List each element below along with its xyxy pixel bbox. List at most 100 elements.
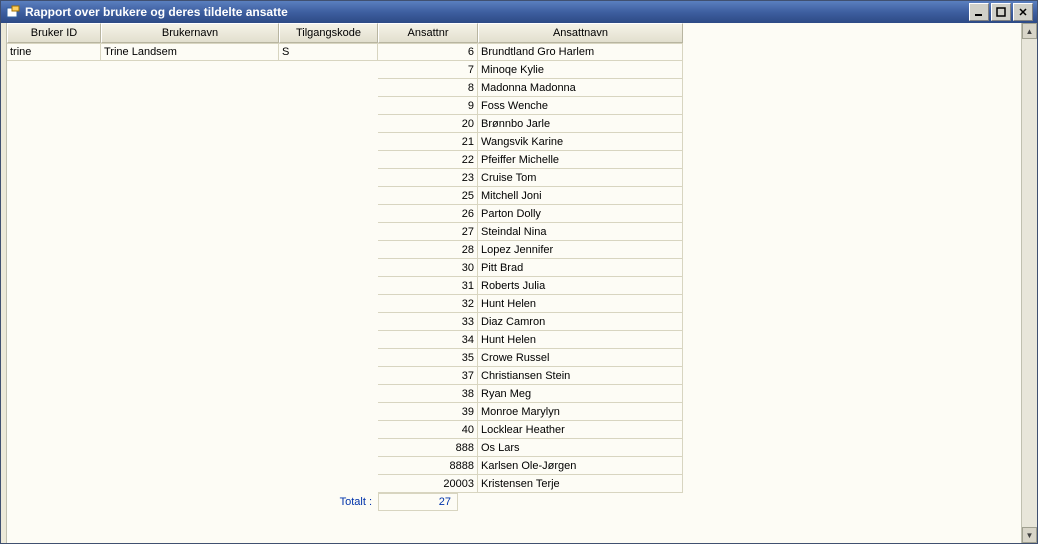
cell-access bbox=[279, 115, 378, 133]
cell-empno: 35 bbox=[378, 349, 478, 367]
table-row[interactable]: 37Christiansen Stein bbox=[7, 367, 1021, 385]
cell-access bbox=[279, 331, 378, 349]
cell-empno: 25 bbox=[378, 187, 478, 205]
cell-username bbox=[101, 421, 279, 439]
cell-username bbox=[101, 475, 279, 493]
table-row[interactable]: 9Foss Wenche bbox=[7, 97, 1021, 115]
col-header-userid[interactable]: Bruker ID bbox=[7, 23, 101, 43]
cell-empname: Monroe Marylyn bbox=[478, 403, 683, 421]
col-header-empname[interactable]: Ansattnavn bbox=[478, 23, 683, 43]
titlebar[interactable]: Rapport over brukere og deres tildelte a… bbox=[1, 1, 1037, 23]
maximize-button[interactable] bbox=[991, 3, 1011, 21]
cell-userid bbox=[7, 133, 101, 151]
table-row[interactable]: 34Hunt Helen bbox=[7, 331, 1021, 349]
cell-userid bbox=[7, 367, 101, 385]
cell-empname: Ryan Meg bbox=[478, 385, 683, 403]
minimize-button[interactable] bbox=[969, 3, 989, 21]
cell-empname: Pfeiffer Michelle bbox=[478, 151, 683, 169]
cell-empname: Parton Dolly bbox=[478, 205, 683, 223]
table-row[interactable]: 30Pitt Brad bbox=[7, 259, 1021, 277]
cell-access bbox=[279, 403, 378, 421]
table-row[interactable]: 25Mitchell Joni bbox=[7, 187, 1021, 205]
col-header-empno[interactable]: Ansattnr bbox=[378, 23, 478, 43]
cell-access bbox=[279, 385, 378, 403]
cell-username bbox=[101, 187, 279, 205]
table-row[interactable]: 8Madonna Madonna bbox=[7, 79, 1021, 97]
cell-empname: Brundtland Gro Harlem bbox=[478, 43, 683, 61]
cell-access bbox=[279, 223, 378, 241]
cell-empname: Kristensen Terje bbox=[478, 475, 683, 493]
cell-empname: Foss Wenche bbox=[478, 97, 683, 115]
table-row[interactable]: 888Os Lars bbox=[7, 439, 1021, 457]
cell-userid bbox=[7, 421, 101, 439]
table-row[interactable]: 20003Kristensen Terje bbox=[7, 475, 1021, 493]
table-row[interactable]: 23Cruise Tom bbox=[7, 169, 1021, 187]
cell-userid bbox=[7, 79, 101, 97]
table-row[interactable]: 35Crowe Russel bbox=[7, 349, 1021, 367]
cell-empname: Crowe Russel bbox=[478, 349, 683, 367]
table-row[interactable]: trineTrine LandsemS6Brundtland Gro Harle… bbox=[7, 43, 1021, 61]
cell-empname: Karlsen Ole-Jørgen bbox=[478, 457, 683, 475]
cell-empno: 39 bbox=[378, 403, 478, 421]
cell-username bbox=[101, 241, 279, 259]
window-title: Rapport over brukere og deres tildelte a… bbox=[25, 5, 288, 19]
scroll-up-button[interactable]: ▲ bbox=[1022, 23, 1037, 39]
table-row[interactable]: 31Roberts Julia bbox=[7, 277, 1021, 295]
cell-empname: Hunt Helen bbox=[478, 331, 683, 349]
cell-empno: 40 bbox=[378, 421, 478, 439]
cell-access bbox=[279, 259, 378, 277]
table-row[interactable]: 39Monroe Marylyn bbox=[7, 403, 1021, 421]
cell-empname: Cruise Tom bbox=[478, 169, 683, 187]
cell-empname: Roberts Julia bbox=[478, 277, 683, 295]
total-label: Totalt : bbox=[279, 493, 378, 511]
table-row[interactable]: 26Parton Dolly bbox=[7, 205, 1021, 223]
cell-empno: 30 bbox=[378, 259, 478, 277]
table-row[interactable]: 28Lopez Jennifer bbox=[7, 241, 1021, 259]
cell-empno: 32 bbox=[378, 295, 478, 313]
table-row[interactable]: 27Steindal Nina bbox=[7, 223, 1021, 241]
cell-userid bbox=[7, 259, 101, 277]
cell-access bbox=[279, 367, 378, 385]
cell-access bbox=[279, 277, 378, 295]
cell-access bbox=[279, 151, 378, 169]
cell-empname: Steindal Nina bbox=[478, 223, 683, 241]
table-row[interactable]: 7Minoqe Kylie bbox=[7, 61, 1021, 79]
cell-empno: 28 bbox=[378, 241, 478, 259]
cell-userid bbox=[7, 475, 101, 493]
cell-userid bbox=[7, 457, 101, 475]
cell-access: S bbox=[279, 43, 378, 61]
col-header-access[interactable]: Tilgangskode bbox=[279, 23, 378, 43]
table-row[interactable]: 22Pfeiffer Michelle bbox=[7, 151, 1021, 169]
cell-username bbox=[101, 259, 279, 277]
table-row[interactable]: 40Locklear Heather bbox=[7, 421, 1021, 439]
cell-userid bbox=[7, 187, 101, 205]
table-row[interactable]: 8888Karlsen Ole-Jørgen bbox=[7, 457, 1021, 475]
cell-username bbox=[101, 313, 279, 331]
table-footer: Totalt : 27 bbox=[7, 493, 1021, 511]
cell-userid bbox=[7, 97, 101, 115]
scroll-down-button[interactable]: ▼ bbox=[1022, 527, 1037, 543]
cell-access bbox=[279, 475, 378, 493]
cell-empname: Minoqe Kylie bbox=[478, 61, 683, 79]
cell-access bbox=[279, 241, 378, 259]
table-row[interactable]: 38Ryan Meg bbox=[7, 385, 1021, 403]
table-row[interactable]: 21Wangsvik Karine bbox=[7, 133, 1021, 151]
table-row[interactable]: 33Diaz Camron bbox=[7, 313, 1021, 331]
vertical-scrollbar[interactable]: ▲ ▼ bbox=[1021, 23, 1037, 543]
close-button[interactable] bbox=[1013, 3, 1033, 21]
cell-username bbox=[101, 349, 279, 367]
cell-access bbox=[279, 457, 378, 475]
cell-empno: 27 bbox=[378, 223, 478, 241]
cell-empno: 6 bbox=[378, 43, 478, 61]
cell-username bbox=[101, 115, 279, 133]
cell-empno: 37 bbox=[378, 367, 478, 385]
cell-username bbox=[101, 133, 279, 151]
cell-empno: 23 bbox=[378, 169, 478, 187]
cell-userid bbox=[7, 151, 101, 169]
table-row[interactable]: 20Brønnbo Jarle bbox=[7, 115, 1021, 133]
cell-empno: 9 bbox=[378, 97, 478, 115]
table-row[interactable]: 32Hunt Helen bbox=[7, 295, 1021, 313]
cell-access bbox=[279, 439, 378, 457]
cell-access bbox=[279, 187, 378, 205]
col-header-username[interactable]: Brukernavn bbox=[101, 23, 279, 43]
